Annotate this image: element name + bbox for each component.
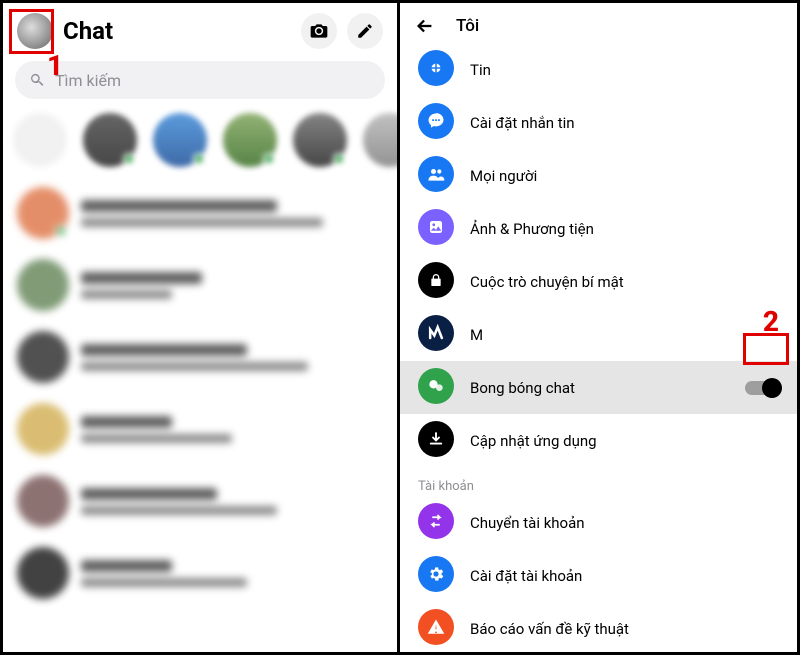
people-icon	[426, 164, 446, 184]
chat-header: Chat	[3, 3, 397, 55]
story-item[interactable]	[223, 113, 277, 167]
setting-report-problem[interactable]: Báo cáo vấn đề kỹ thuật	[400, 602, 797, 652]
search-input[interactable]: Tìm kiếm	[15, 61, 385, 99]
setting-label: Cài đặt nhắn tin	[470, 114, 779, 132]
story-item[interactable]	[293, 113, 347, 167]
messenger-chat-panel: Chat 1 Tìm kiếm	[3, 3, 400, 652]
chat-title: Chat	[63, 17, 291, 45]
setting-label: Cài đặt tài khoản	[470, 567, 779, 585]
setting-people[interactable]: Mọi người	[400, 149, 797, 202]
gear-icon	[427, 565, 445, 583]
chat-item[interactable]	[3, 537, 397, 609]
story-row	[3, 109, 397, 177]
search-icon	[29, 72, 45, 88]
settings-panel: Tôi Tin Cài đặt nhắn tin Mọi người	[400, 3, 797, 652]
story-item[interactable]	[153, 113, 207, 167]
setting-media[interactable]: Ảnh & Phương tiện	[400, 202, 797, 255]
chat-item[interactable]	[3, 177, 397, 249]
back-icon[interactable]	[414, 15, 436, 37]
setting-switch-account[interactable]: Chuyển tài khoản	[400, 496, 797, 549]
chat-item[interactable]	[3, 393, 397, 465]
setting-label: Cập nhật ứng dụng	[470, 432, 779, 450]
lock-icon	[428, 272, 444, 288]
camera-button[interactable]	[301, 13, 337, 49]
setting-label: Bong bóng chat	[470, 379, 729, 397]
switch-account-icon	[427, 512, 445, 530]
settings-title: Tôi	[456, 16, 479, 36]
chat-item[interactable]	[3, 249, 397, 321]
alert-icon	[427, 618, 445, 636]
camera-icon	[309, 21, 329, 41]
chat-item[interactable]	[3, 321, 397, 393]
add-story[interactable]	[13, 113, 67, 167]
image-icon	[427, 218, 445, 236]
highlight-box-1	[9, 9, 54, 54]
section-account-label: Tài khoản	[400, 467, 797, 496]
compose-button[interactable]	[347, 13, 383, 49]
pencil-icon	[356, 22, 374, 40]
chat-dots-icon	[426, 111, 446, 131]
setting-label: Cuộc trò chuyện bí mật	[470, 273, 779, 291]
download-icon	[427, 430, 445, 448]
setting-m[interactable]: M	[400, 308, 797, 361]
setting-secret-chat[interactable]: Cuộc trò chuyện bí mật	[400, 255, 797, 308]
setting-message-settings[interactable]: Cài đặt nhắn tin	[400, 96, 797, 149]
setting-story[interactable]: Tin	[400, 43, 797, 96]
setting-update-app[interactable]: Cập nhật ứng dụng	[400, 414, 797, 467]
story-add-icon	[427, 59, 445, 77]
story-item[interactable]	[83, 113, 137, 167]
setting-label: Chuyển tài khoản	[470, 514, 779, 532]
setting-account-settings[interactable]: Cài đặt tài khoản	[400, 549, 797, 602]
chat-bubbles-toggle[interactable]	[745, 381, 779, 395]
setting-label: Tin	[470, 61, 779, 79]
chat-item[interactable]	[3, 465, 397, 537]
chat-list	[3, 177, 397, 609]
m-icon	[426, 323, 446, 343]
bubbles-icon	[426, 376, 446, 396]
story-item[interactable]	[363, 113, 400, 167]
search-placeholder: Tìm kiếm	[55, 71, 121, 90]
setting-label: Ảnh & Phương tiện	[470, 220, 779, 238]
highlight-box-2	[743, 333, 789, 365]
setting-label: Mọi người	[470, 167, 779, 185]
setting-label: Báo cáo vấn đề kỹ thuật	[470, 620, 779, 638]
setting-chat-bubbles[interactable]: Bong bóng chat	[400, 361, 797, 414]
setting-label: M	[470, 326, 779, 344]
callout-1: 1	[47, 49, 63, 82]
settings-list: Tin Cài đặt nhắn tin Mọi người Ảnh & Phư…	[400, 43, 797, 652]
